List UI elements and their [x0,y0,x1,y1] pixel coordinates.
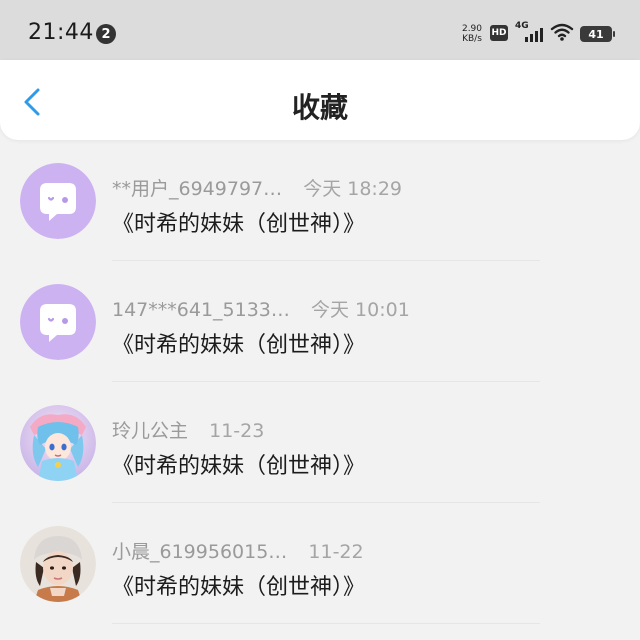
book-title: 《时希的妹妹（创世神）》 [112,333,366,358]
page-title: 收藏 [291,91,348,124]
timestamp: 11-22 [308,541,364,563]
user-name: 147***641_5133… [112,299,290,321]
item-meta: 小晨_619956015… 11-22 [112,537,364,563]
user-name: 玲儿公主 [112,420,189,442]
book-title: 《时希的妹妹（创世神）》 [112,575,366,600]
chat-bubble-icon [20,163,96,239]
list-item[interactable]: 玲儿公主 11-23 《时希的妹妹（创世神）》 [0,382,640,503]
network-speed-unit: KB/s [462,34,482,44]
timestamp: 今天 18:29 [303,178,403,200]
chat-bubble-icon [20,284,96,360]
wifi-icon [550,23,574,41]
anime-character-avatar-icon [20,405,96,481]
cellular-signal-icon: 4G [515,21,545,44]
avatar[interactable] [20,405,96,481]
item-meta: 147***641_5133… 今天 10:01 [112,295,410,321]
list-item[interactable]: 小晨_619956015… 11-22 《时希的妹妹（创世神）》 [0,503,640,624]
list-item[interactable]: 147***641_5133… 今天 10:01 《时希的妹妹（创世神）》 [0,261,640,382]
network-speed: 2.90 KB/s [458,24,486,44]
status-bar: 21:44 2 2.90 KB/s HD 4G 41 [0,0,640,60]
notification-count-badge: 2 [96,24,116,44]
item-meta: 玲儿公主 11-23 [112,416,265,442]
avatar[interactable] [20,284,96,360]
avatar[interactable] [20,163,96,239]
status-time: 21:44 [28,20,94,45]
hd-icon: HD [490,25,508,41]
network-speed-value: 2.90 [461,24,483,34]
battery-icon: 41 [580,26,615,42]
timestamp: 11-23 [209,420,265,442]
photo-avatar-icon [20,526,96,602]
timestamp: 今天 10:01 [310,299,410,321]
avatar[interactable] [20,526,96,602]
list-item[interactable]: **用户_6949797… 今天 18:29 《时希的妹妹（创世神）》 [0,140,640,261]
favorites-list: **用户_6949797… 今天 18:29 《时希的妹妹（创世神）》 147*… [0,140,640,624]
book-title: 《时希的妹妹（创世神）》 [112,454,366,479]
divider [112,623,540,624]
user-name: 小晨_619956015… [112,541,288,563]
network-type-label: 4G [515,21,529,31]
book-title: 《时希的妹妹（创世神）》 [112,212,366,237]
top-navigation-bar: 收藏 [0,60,640,140]
user-name: **用户_6949797… [112,178,283,200]
item-meta: **用户_6949797… 今天 18:29 [112,174,403,200]
